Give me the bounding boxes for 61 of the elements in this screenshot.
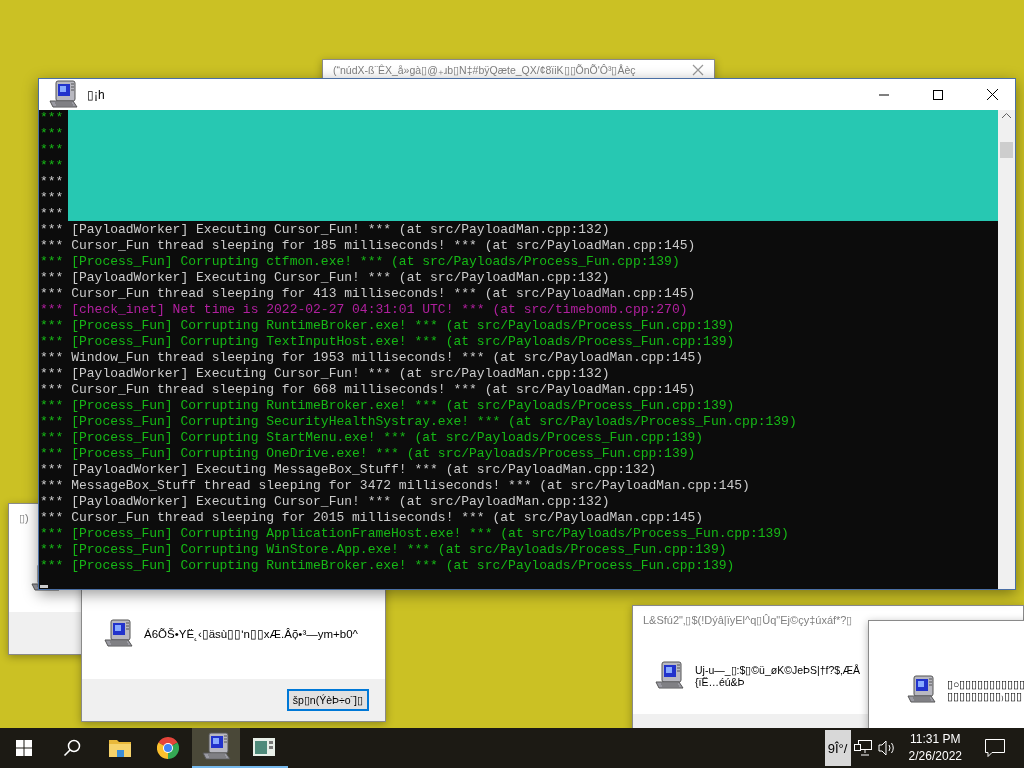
clock[interactable]: 11:31 PM 2/26/2022 — [898, 728, 972, 768]
message-text: Uj-u—_▯:$▯©ü_øK©JeÞS|†f?$‚ÆÅ — [695, 664, 860, 676]
console-line: *** [Process_Fun] Corrupting RuntimeBroker.exe! *** (at src/Payloads/Process_Fun.cpp:139) — [40, 398, 735, 414]
scroll-up-icon[interactable] — [1002, 113, 1011, 119]
computer-icon — [905, 674, 937, 706]
folder-icon — [109, 738, 131, 758]
search-icon — [63, 739, 81, 757]
text-cursor — [40, 585, 48, 588]
window-title: (“núdX-ß¨ÊX_å»gà▯@₊ɹb▯N‡#bÿQæte_QX/¢8ïiK▯▯ÕnÕ'Ô³▯Åèç — [333, 64, 636, 76]
console-line: *** [Process_Fun] Corrupting OneDrive.exe! *** (at src/Payloads/Process_Fun.cpp:139) — [40, 446, 696, 462]
scroll-thumb[interactable] — [1000, 142, 1013, 158]
console-line: *** — [40, 158, 64, 174]
speech-bubble-icon — [985, 739, 1005, 757]
console-line: *** [Process_Fun] Corrupting ctfmon.exe! *** (at src/Payloads/Process_Fun.cpp:139) — [40, 254, 680, 270]
windows-icon — [16, 740, 32, 756]
close-icon — [986, 89, 998, 100]
console-line: *** [PayloadWorker] Executing MessageBox_Stuff! *** (at src/PayloadMan.cpp:132) — [40, 462, 657, 478]
console-line: *** [Process_Fun] Corrupting ApplicationFrameHost.exe! *** (at src/Payloads/Process_Fun.cpp:139) — [40, 526, 789, 542]
console-line: *** Window_Fun thread sleeping for 1953 milliseconds! *** (at src/PayloadMan.cpp:145) — [40, 350, 704, 366]
console-line: *** [check_inet] Net time is 2022-02-27 04:31:01 UTC! *** (at src/timebomb.cpp:270) — [40, 302, 688, 318]
console-line: *** Cursor_Fun thread sleeping for 413 milliseconds! *** (at src/PayloadMan.cpp:145) — [40, 286, 696, 302]
window-title: ▯) — [19, 512, 29, 524]
console-line: *** [PayloadWorker] Executing Cursor_Fun! *** (at src/PayloadMan.cpp:132) — [40, 222, 610, 238]
console-line: *** — [40, 142, 64, 158]
scrollbar[interactable] — [998, 110, 1015, 589]
input-indicator[interactable]: 9Î°/ — [824, 730, 851, 766]
computer-icon — [200, 731, 232, 763]
dialog-button[interactable]: šp▯n(ÝèÞ÷o¨]▯ — [286, 689, 369, 711]
console-line: *** — [40, 174, 64, 190]
console-line: *** [PayloadWorker] Executing Cursor_Fun! *** (at src/PayloadMan.cpp:132) — [40, 366, 610, 382]
console-line: *** — [40, 206, 64, 222]
console-line: *** [Process_Fun] Corrupting RuntimeBroker.exe! *** (at src/Payloads/Process_Fun.cpp:139) — [40, 558, 735, 574]
browser-icon — [157, 737, 179, 759]
message-text: ▯▯▯▯▯▯▯▯▯₎▯▯▯ — [947, 690, 1023, 702]
console-line: *** — [40, 126, 64, 142]
close-icon[interactable] — [692, 64, 704, 76]
speaker-icon — [877, 740, 896, 756]
window-icon — [253, 738, 275, 756]
computer-icon — [102, 618, 134, 650]
computer-icon — [653, 660, 685, 692]
console-line: *** Cursor_Fun thread sleeping for 2015 milliseconds! *** (at src/PayloadMan.cpp:145) — [40, 510, 704, 526]
console-line: *** MessageBox_Stuff thread sleeping for 3472 milliseconds! *** (at src/PayloadMan.cpp:145) — [40, 478, 750, 494]
console-line: *** [PayloadWorker] Executing Cursor_Fun! *** (at src/PayloadMan.cpp:132) — [40, 494, 610, 510]
window-title: L&Sfú2"‚▯$(!Dýâ|ïyEl^q▯Ûq"Ej©çy‡úxáf*?▯ — [643, 614, 853, 626]
message-text: {ïË…éú&Þ — [695, 676, 745, 688]
console-line: *** [Process_Fun] Corrupting WinStore.App.exe! *** (at src/Payloads/Process_Fun.cpp:139) — [40, 542, 727, 558]
console-line: *** Cursor_Fun thread sleeping for 668 milliseconds! *** (at src/PayloadMan.cpp:145) — [40, 382, 696, 398]
console-line: *** [Process_Fun] Corrupting RuntimeBroker.exe! *** (at src/Payloads/Process_Fun.cpp:139) — [40, 318, 735, 334]
console-line: *** Cursor_Fun thread sleeping for 185 milliseconds! *** (at src/PayloadMan.cpp:145) — [40, 238, 696, 254]
console-line: *** [Process_Fun] Corrupting TextInputHost.exe! *** (at src/Payloads/Process_Fun.cpp:139) — [40, 334, 735, 350]
console-line: *** [PayloadWorker] Executing Cursor_Fun! *** (at src/PayloadMan.cpp:132) — [40, 270, 610, 286]
app-icon — [47, 78, 79, 111]
console-line: *** — [40, 190, 64, 206]
maximize-icon — [933, 89, 943, 100]
console-line: *** [Process_Fun] Corrupting SecurityHealthSystray.exe! *** (at src/Payloads/Process_Fun.cpp:139) — [40, 414, 797, 430]
console-line: *** — [40, 110, 64, 126]
message-text: ▯○▯▯▯▯▯▯▯▯▯▯▯ — [947, 678, 1024, 690]
network-icon — [853, 740, 872, 756]
console-line: *** [Process_Fun] Corrupting StartMenu.exe! *** (at src/Payloads/Process_Fun.cpp:139) — [40, 430, 704, 446]
message-text: Á6ÕŠ•YË˛‹▯äsù▯▯ʹn▯▯xÆ.Âõ̦•³—ym+b0^ — [144, 627, 358, 641]
window-title: ▯¡h — [87, 87, 105, 102]
